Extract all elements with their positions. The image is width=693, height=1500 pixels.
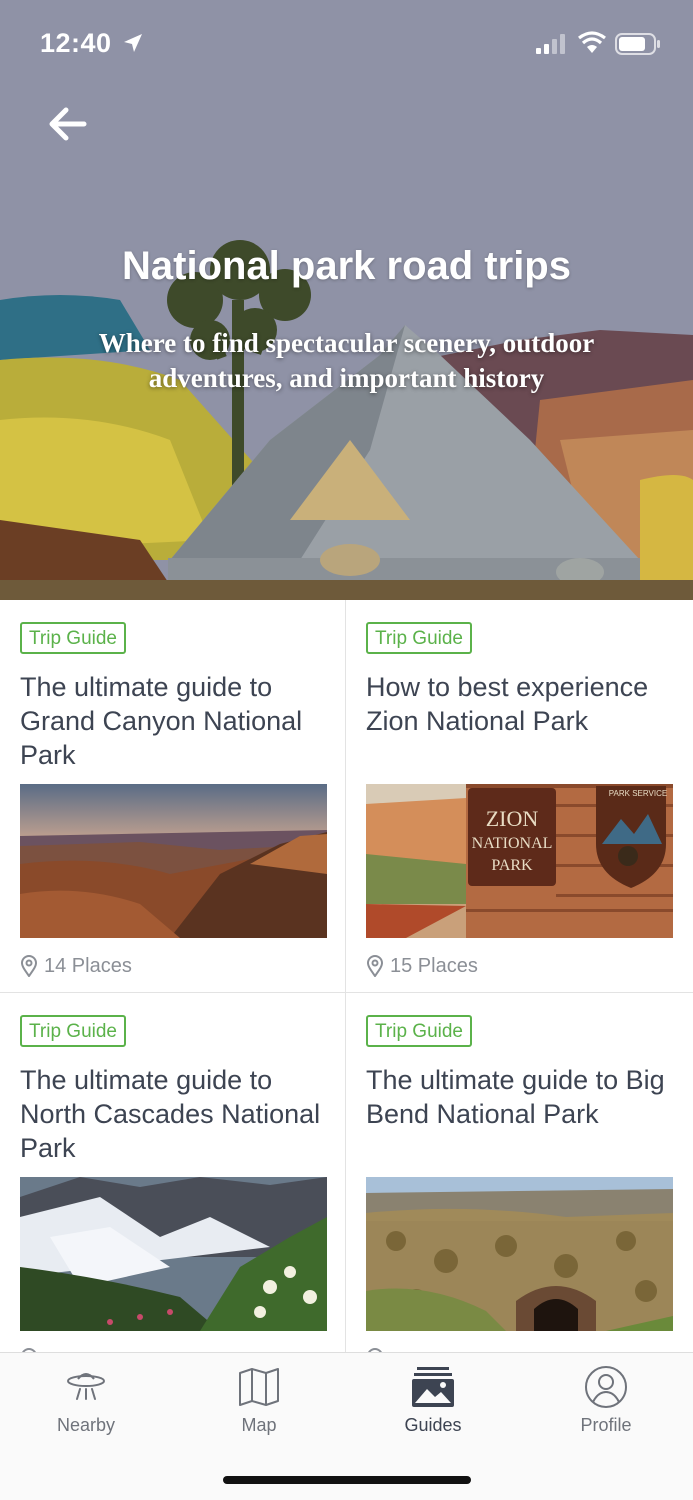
sign-line-3: PARK — [491, 857, 533, 874]
big-bend-photo — [366, 1177, 673, 1331]
map-icon — [239, 1368, 279, 1406]
places-count: 15 Places — [366, 953, 478, 979]
guide-title: The ultimate guide to North Cascades Nat… — [20, 1065, 321, 1163]
page-title: National park road trips — [122, 244, 571, 288]
tab-map[interactable]: Map — [199, 1365, 319, 1441]
tab-nearby[interactable]: Nearby — [26, 1365, 146, 1441]
places-count-label: 15 Places — [390, 954, 478, 977]
guide-card[interactable]: Trip Guide The ultimate guide to Big Ben… — [346, 993, 693, 1352]
trip-guide-badge: Trip Guide — [366, 622, 472, 654]
sign-line-1: ZION — [486, 806, 539, 831]
ufo-icon — [67, 1373, 105, 1400]
status-time: 12:40 — [40, 28, 112, 58]
battery-icon — [615, 33, 660, 55]
guide-card[interactable]: Trip Guide How to best experience Zion N… — [346, 600, 693, 993]
sign-line-2: NATIONAL — [472, 835, 553, 852]
location-arrow-icon — [124, 34, 142, 52]
tab-label: Map — [241, 1415, 277, 1435]
guide-title: How to best experience Zion National Par… — [366, 672, 649, 736]
tab-label: Guides — [404, 1415, 462, 1435]
hero-illustration — [0, 0, 693, 600]
signal-icon — [536, 34, 565, 54]
guide-card[interactable]: Trip Guide The ultimate guide to North C… — [0, 993, 346, 1352]
guide-card[interactable]: Trip Guide The ultimate guide to Grand C… — [0, 600, 346, 993]
photos-icon — [412, 1367, 454, 1407]
page-subtitle: Where to find spectacular scenery, outdo… — [98, 328, 595, 393]
arrow-left-icon — [49, 107, 87, 141]
guides-grid: Trip Guide The ultimate guide to Grand C… — [0, 600, 693, 1352]
tab-guides[interactable]: Guides — [373, 1365, 493, 1441]
emblem-text: PARK SERVICE — [609, 789, 667, 798]
grand-canyon-photo — [20, 784, 327, 938]
guide-title: The ultimate guide to Grand Canyon Natio… — [20, 672, 303, 770]
location-pin-icon — [366, 955, 384, 977]
home-indicator[interactable] — [223, 1476, 471, 1484]
north-cascades-photo — [20, 1177, 327, 1331]
location-pin-icon — [20, 955, 38, 977]
zion-sign-photo: ZION NATIONAL PARK PARK SERVICE — [366, 784, 673, 938]
trip-guide-badge: Trip Guide — [20, 622, 126, 654]
profile-icon — [585, 1366, 627, 1408]
trip-guide-badge: Trip Guide — [366, 1015, 472, 1047]
tab-label: Profile — [580, 1415, 632, 1435]
tab-profile[interactable]: Profile — [546, 1365, 666, 1441]
trip-guide-badge: Trip Guide — [20, 1015, 126, 1047]
tab-bar: Nearby Map Guides Profile — [0, 1352, 693, 1500]
tab-label: Nearby — [56, 1415, 116, 1435]
wifi-icon — [578, 31, 606, 53]
status-bar: 12:40 — [0, 0, 693, 90]
places-count: 14 Places — [20, 953, 132, 979]
back-button[interactable] — [44, 102, 92, 146]
places-count-label: 14 Places — [44, 954, 132, 977]
guide-title: The ultimate guide to Big Bend National … — [366, 1065, 665, 1129]
hero-banner: 12:40 National park road trips Where to … — [0, 0, 693, 600]
